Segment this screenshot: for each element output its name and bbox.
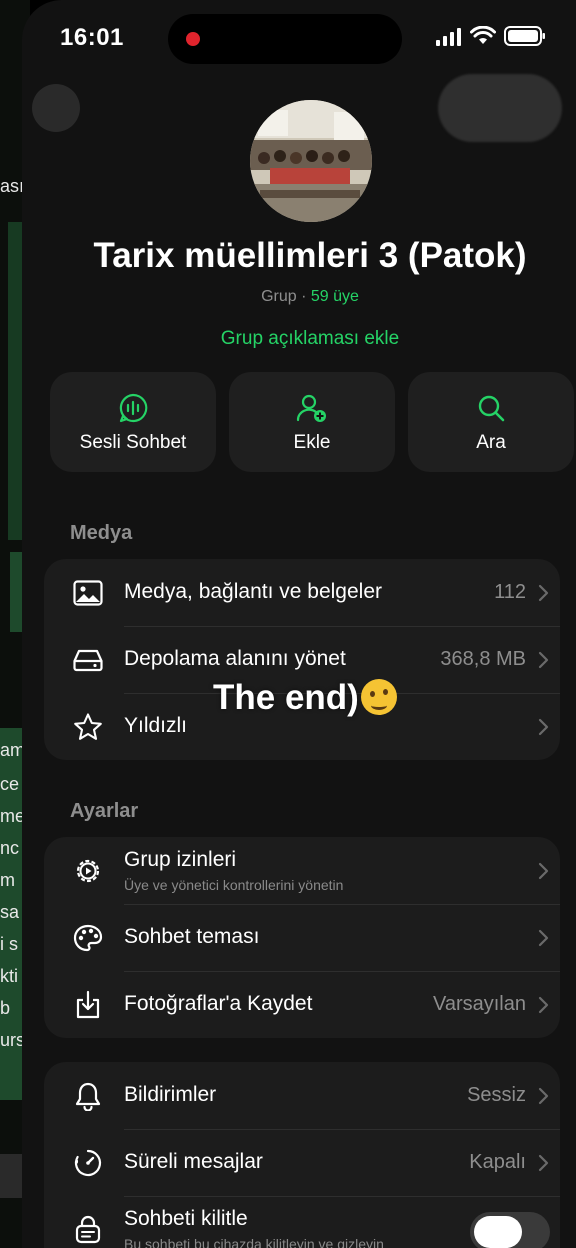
add-member-button[interactable]: Ekle <box>229 372 395 472</box>
chat-fragment: b <box>0 998 11 1018</box>
photo-icon <box>73 580 103 606</box>
notifications-group: Bildirimler Sessiz Süreli mesajlar Kapal… <box>44 1062 560 1248</box>
settings-group: Grup izinleri Üye ve yönetici kontroller… <box>44 837 560 1038</box>
chat-theme-row[interactable]: Sohbet teması <box>44 904 560 971</box>
group-permissions-row[interactable]: Grup izinleri Üye ve yönetici kontroller… <box>44 837 560 904</box>
star-icon <box>74 713 102 740</box>
chevron-right-icon <box>538 718 549 736</box>
chat-fragment: sa <box>0 902 20 922</box>
row-label: Grup izinleri <box>124 848 237 871</box>
row-label: Süreli mesajlar <box>124 1150 263 1173</box>
chevron-right-icon <box>538 1087 549 1105</box>
row-label: Sohbet teması <box>124 925 260 948</box>
media-count: 112 <box>494 581 526 603</box>
media-links-docs-row[interactable]: Medya, bağlantı ve belgeler 112 <box>44 559 560 626</box>
group-name: Tarix müellimleri 3 (Patok) <box>93 236 527 275</box>
back-button[interactable] <box>32 84 80 132</box>
voice-chat-icon <box>119 393 148 423</box>
disappearing-messages-row[interactable]: Süreli mesajlar Kapalı <box>44 1129 560 1196</box>
voice-chat-label: Sesli Sohbet <box>79 432 187 453</box>
notifications-row[interactable]: Bildirimler Sessiz <box>44 1062 560 1129</box>
chevron-right-icon <box>538 651 549 669</box>
storage-size: 368,8 MB <box>440 648 526 670</box>
chat-fragment: ce <box>0 774 20 794</box>
chat-fragment: kti <box>0 966 18 986</box>
battery-icon <box>504 26 545 46</box>
save-download-icon <box>76 990 100 1019</box>
add-member-label: Ekle <box>293 432 331 453</box>
notifications-value: Sessiz <box>467 1084 526 1106</box>
timer-icon <box>74 1149 102 1177</box>
row-sublabel: Üye ve yönetici kontrollerini yönetin <box>124 877 344 893</box>
bell-icon <box>75 1082 101 1111</box>
row-label: Sohbeti kilitle <box>124 1207 248 1230</box>
chevron-right-icon <box>538 996 549 1014</box>
search-icon <box>478 395 505 422</box>
lock-chat-row[interactable]: Sohbeti kilitle Bu sohbeti bu cihazda ki… <box>44 1196 560 1248</box>
lock-chat-icon <box>75 1215 101 1244</box>
chevron-right-icon <box>538 862 549 880</box>
recording-indicator-icon <box>186 32 200 46</box>
save-to-photos-row[interactable]: Fotoğraflar'a Kaydet Varsayılan <box>44 971 560 1038</box>
edit-button[interactable] <box>438 74 562 142</box>
chat-bubble <box>0 1154 22 1198</box>
media-group: Medya, bağlantı ve belgeler 112 Depolama… <box>44 559 560 760</box>
group-photo-icon <box>250 100 372 222</box>
row-label: Depolama alanını yönet <box>124 647 346 670</box>
row-label: Medya, bağlantı ve belgeler <box>124 580 382 603</box>
group-subtitle: Grup · 59 üye <box>0 288 576 306</box>
subtitle-separator: · <box>301 288 307 305</box>
status-bar: 16:01 <box>0 0 576 80</box>
group-type-label: Grup <box>261 288 297 305</box>
wifi-icon <box>470 26 496 44</box>
overlay-caption-text: The end) <box>213 678 359 717</box>
lock-chat-toggle[interactable] <box>470 1212 550 1248</box>
settings-section-title: Ayarlar <box>70 800 139 822</box>
group-avatar[interactable] <box>250 100 372 222</box>
member-count-link[interactable]: 59 üye <box>311 288 359 305</box>
media-section-title: Medya <box>70 522 133 544</box>
action-buttons: Sesli Sohbet Ekle Ara <box>50 372 574 472</box>
voice-chat-button[interactable]: Sesli Sohbet <box>50 372 216 472</box>
search-label: Ara <box>476 432 506 453</box>
chat-fragment: ası <box>0 176 25 196</box>
palette-icon <box>73 924 103 952</box>
melting-face-emoji-icon <box>360 679 397 715</box>
row-sublabel: Bu sohbeti bu cihazda kilitleyin ve gizl… <box>124 1236 384 1248</box>
system-icons <box>436 26 546 46</box>
chat-fragment: nc <box>0 838 20 858</box>
disappearing-value: Kapalı <box>469 1151 526 1173</box>
gear-icon <box>76 859 100 883</box>
storage-icon <box>73 649 103 672</box>
toggle-knob <box>474 1216 522 1248</box>
row-label: Bildirimler <box>124 1083 217 1106</box>
add-description-link[interactable]: Grup açıklaması ekle <box>0 328 576 350</box>
chat-fragment: m <box>0 870 15 890</box>
row-label: Fotoğraflar'a Kaydet <box>124 992 313 1015</box>
overlay-caption: The end) <box>213 678 397 718</box>
chat-fragment: i s <box>0 934 18 954</box>
chevron-right-icon <box>538 1154 549 1172</box>
search-button[interactable]: Ara <box>408 372 574 472</box>
row-label: Yıldızlı <box>124 714 188 737</box>
chevron-right-icon <box>538 584 549 602</box>
add-person-icon <box>296 394 326 422</box>
save-setting-value: Varsayılan <box>432 993 526 1015</box>
signal-icon <box>436 28 461 46</box>
chevron-right-icon <box>538 929 549 947</box>
status-time: 16:01 <box>60 24 124 51</box>
dynamic-island <box>168 14 402 64</box>
